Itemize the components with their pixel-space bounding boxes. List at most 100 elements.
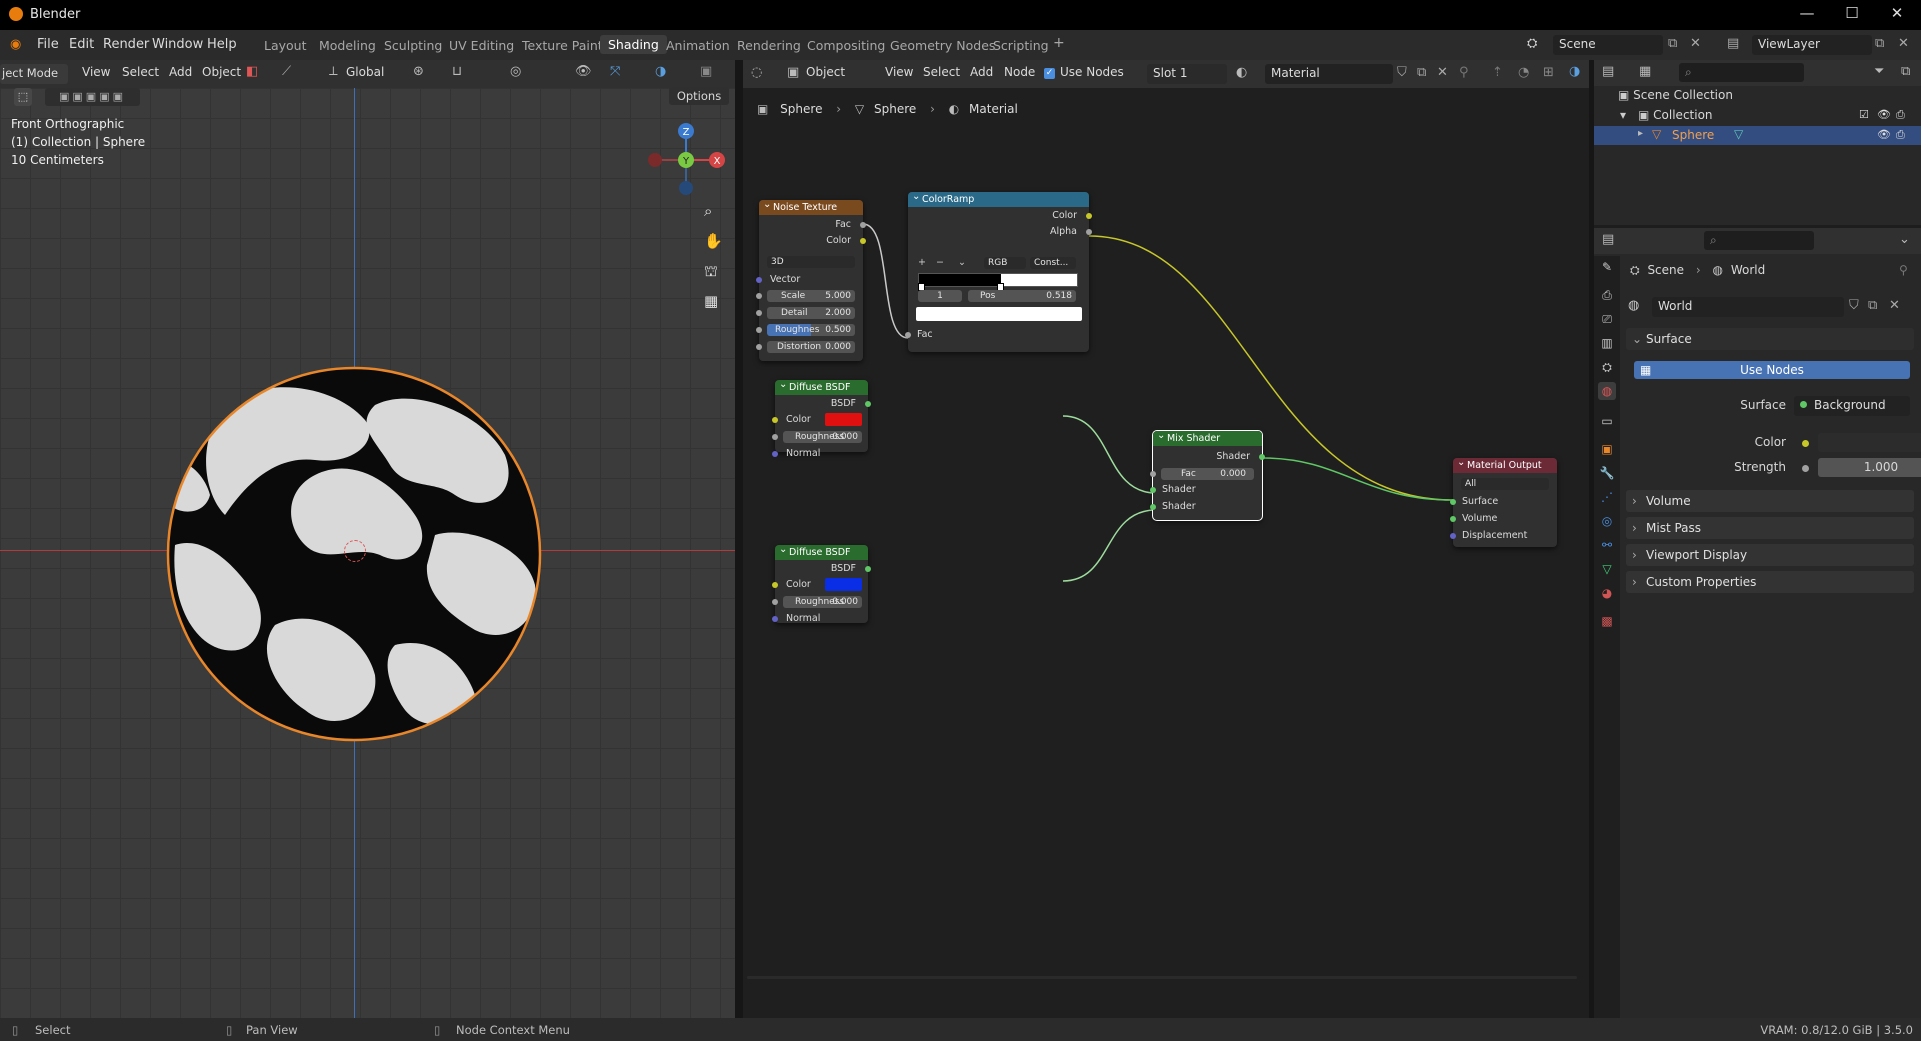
view-layer-tab-icon[interactable]: ▥: [1598, 334, 1616, 352]
strength-field[interactable]: 1.000: [1818, 458, 1921, 477]
outliner-item-sphere[interactable]: ▸ ▽ Sphere ▽ 👁 ⎙: [1594, 126, 1921, 145]
add-workspace-button[interactable]: +: [1053, 35, 1065, 51]
input-socket[interactable]: [756, 310, 762, 316]
object-icon[interactable]: ▣: [787, 65, 799, 80]
object-tab-icon[interactable]: ▣: [1598, 440, 1616, 458]
output-socket[interactable]: [860, 222, 866, 228]
output-socket[interactable]: [860, 238, 866, 244]
gizmo-icon[interactable]: ⤧: [610, 64, 620, 79]
tab-uv-editing[interactable]: UV Editing: [449, 38, 514, 53]
pin-icon[interactable]: ⚲: [1899, 263, 1908, 277]
fac-field[interactable]: Fac 0.000: [1161, 468, 1254, 480]
color-socket-icon[interactable]: [1802, 440, 1809, 447]
world-unlink-icon[interactable]: ✕: [1889, 298, 1900, 313]
input-socket[interactable]: [756, 344, 762, 350]
tab-animation[interactable]: Animation: [666, 38, 730, 53]
modifier-tab-icon[interactable]: 🔧: [1598, 464, 1616, 482]
visibility-icon[interactable]: 👁: [575, 64, 592, 79]
exclude-checkbox[interactable]: ☑: [1859, 108, 1869, 121]
render-tab-icon[interactable]: ⎙: [1598, 286, 1616, 304]
distortion-field[interactable]: Distortion 0.000: [767, 341, 855, 353]
ramp-color-mode-dropdown[interactable]: RGB: [984, 257, 1026, 269]
object-type-icon[interactable]: ◧: [246, 64, 258, 79]
viewport-menu-select[interactable]: Select: [122, 65, 159, 79]
world-name-field[interactable]: World: [1652, 297, 1844, 317]
tab-shading[interactable]: Shading: [600, 35, 667, 54]
overlays-icon[interactable]: ◑: [655, 64, 666, 79]
world-copy-icon[interactable]: ⧉: [1868, 298, 1877, 313]
tab-rendering[interactable]: Rendering: [737, 38, 801, 53]
expand-arrow-icon[interactable]: ▸: [1638, 128, 1643, 139]
roughness-field[interactable]: Roughness 0.000: [783, 596, 862, 608]
world-tab-icon[interactable]: ◍: [1598, 382, 1616, 400]
3d-viewport[interactable]: ject Mode View Select Add Object ◧ ⟋ ⟂ G…: [0, 60, 735, 1018]
ramp-interpolation-dropdown[interactable]: Const...: [1030, 257, 1076, 269]
input-socket[interactable]: [772, 616, 778, 622]
snap-node-icon[interactable]: ◔: [1518, 65, 1529, 80]
input-socket[interactable]: [1450, 516, 1456, 522]
colorramp-node[interactable]: ColorRamp Color Alpha + − ⌄ RGB Const...…: [905, 189, 1092, 352]
shader-type-dropdown[interactable]: Object: [806, 65, 845, 79]
viewport-menu-view[interactable]: View: [82, 65, 110, 79]
pan-hand-icon[interactable]: ✋: [704, 232, 723, 250]
properties-options-icon[interactable]: ⌄: [1899, 232, 1910, 247]
maximize-button[interactable]: ☐: [1837, 4, 1867, 22]
roughness-field[interactable]: Roughness 0.000: [783, 431, 862, 443]
custom-properties-panel-header[interactable]: › Custom Properties: [1626, 571, 1914, 593]
output-socket[interactable]: [1086, 213, 1092, 219]
color-field[interactable]: [1818, 433, 1921, 452]
constraints-tab-icon[interactable]: ⚯: [1598, 536, 1616, 554]
input-socket[interactable]: [756, 293, 762, 299]
viewport-display-panel-header[interactable]: › Viewport Display: [1626, 544, 1914, 566]
3d-cursor-icon[interactable]: [344, 540, 366, 562]
eye-icon[interactable]: 👁: [1877, 128, 1891, 141]
fake-user-icon[interactable]: ⛉: [1397, 65, 1407, 80]
input-socket[interactable]: [1150, 504, 1156, 510]
viewlayer-copy-icon[interactable]: ⧉: [1875, 36, 1884, 51]
eye-icon[interactable]: 👁: [1877, 108, 1891, 121]
ramp-remove-icon[interactable]: −: [936, 257, 944, 268]
viewport-menu-object[interactable]: Object: [202, 65, 241, 79]
viewport-menu-add[interactable]: Add: [169, 65, 192, 79]
material-copy-icon[interactable]: ⧉: [1417, 65, 1426, 80]
input-socket[interactable]: [905, 332, 911, 338]
input-socket[interactable]: [772, 582, 778, 588]
ramp-add-icon[interactable]: +: [918, 257, 926, 268]
render-camera-icon[interactable]: ⎙: [1896, 128, 1905, 142]
scale-field[interactable]: Scale 5.000: [767, 290, 855, 302]
diffuse-bsdf-node-red[interactable]: Diffuse BSDF BSDF Color Roughness0.000 N…: [772, 377, 871, 459]
material-name-field[interactable]: Material: [1265, 64, 1393, 84]
display-mode-icon[interactable]: ▦: [1639, 64, 1651, 79]
mist-pass-panel-header[interactable]: › Mist Pass: [1626, 517, 1914, 539]
minimize-button[interactable]: —: [1792, 4, 1822, 22]
collection-tab-icon[interactable]: ▭: [1598, 412, 1616, 430]
node-menu-node[interactable]: Node: [1004, 65, 1035, 79]
tool-tab-icon[interactable]: ✎: [1598, 258, 1616, 276]
horizontal-scrollbar[interactable]: [747, 976, 1577, 979]
menu-help[interactable]: Help: [207, 37, 237, 52]
input-socket[interactable]: [772, 599, 778, 605]
scene-tab-icon[interactable]: ⛭: [1598, 358, 1616, 376]
volume-panel-header[interactable]: › Volume: [1626, 490, 1914, 512]
navigation-gizmo[interactable]: Z X Y: [640, 115, 730, 205]
ramp-index-field[interactable]: 1: [918, 290, 962, 302]
menu-window[interactable]: Window: [152, 37, 203, 52]
filter-icon[interactable]: ⏷: [1874, 64, 1884, 79]
output-socket[interactable]: [1086, 229, 1092, 235]
selection-mode-icons[interactable]: ▣▣▣▣▣: [45, 88, 140, 106]
new-collection-icon[interactable]: ⧉: [1901, 64, 1910, 79]
scene-selector-icon[interactable]: ⛭: [1527, 36, 1537, 51]
input-socket[interactable]: [772, 417, 778, 423]
node-snap-target-icon[interactable]: ⊞: [1543, 65, 1554, 80]
properties-editor-type-icon[interactable]: ▤: [1602, 232, 1614, 247]
tab-geometry-nodes[interactable]: Geometry Nodes: [890, 38, 995, 53]
xray-icon[interactable]: ▣: [700, 64, 712, 79]
shader-node-editor[interactable]: ◌ ▣ Object View Select Add Node ✓ Use No…: [743, 60, 1589, 1018]
options-dropdown[interactable]: Options: [669, 87, 729, 105]
material-unlink-icon[interactable]: ✕: [1437, 65, 1448, 80]
input-socket[interactable]: [772, 451, 778, 457]
collapse-arrow-icon[interactable]: ▾: [1620, 108, 1626, 122]
outliner-panel[interactable]: ▤ ▦ ⌕ ⏷ ⧉ ▣ Scene Collection ▾ ▣ Collect…: [1594, 60, 1921, 225]
menu-edit[interactable]: Edit: [69, 37, 94, 52]
node-canvas[interactable]: ▣ Sphere › ▽ Sphere › ◐ Material Noise T…: [743, 88, 1589, 1018]
